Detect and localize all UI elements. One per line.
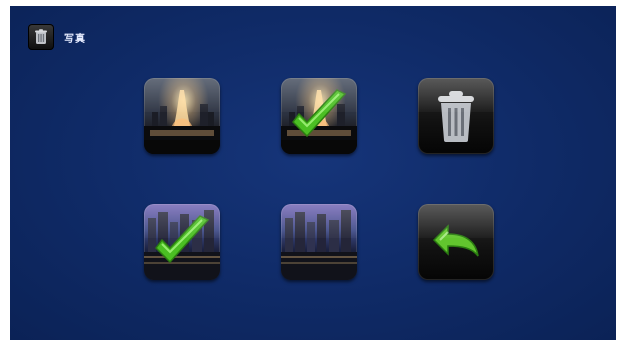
photo-thumbnail[interactable]	[144, 78, 220, 154]
photo-thumbnail[interactable]	[281, 204, 357, 280]
delete-button[interactable]	[418, 78, 494, 154]
header: 写真	[28, 24, 86, 50]
trash-icon	[28, 24, 54, 50]
checkmark-icon	[292, 89, 347, 138]
page-title: 写真	[64, 33, 86, 45]
back-arrow-icon	[432, 224, 479, 257]
trash-can-icon	[438, 91, 474, 142]
photo-thumbnail-selected[interactable]	[144, 204, 220, 280]
photo-delete-screen: 写真	[10, 6, 616, 340]
fountain-photo-image	[144, 90, 220, 154]
back-button[interactable]	[418, 204, 494, 280]
city-photo-image	[281, 210, 357, 280]
checkmark-icon	[155, 215, 210, 264]
photo-thumbnail-selected[interactable]	[281, 78, 357, 154]
